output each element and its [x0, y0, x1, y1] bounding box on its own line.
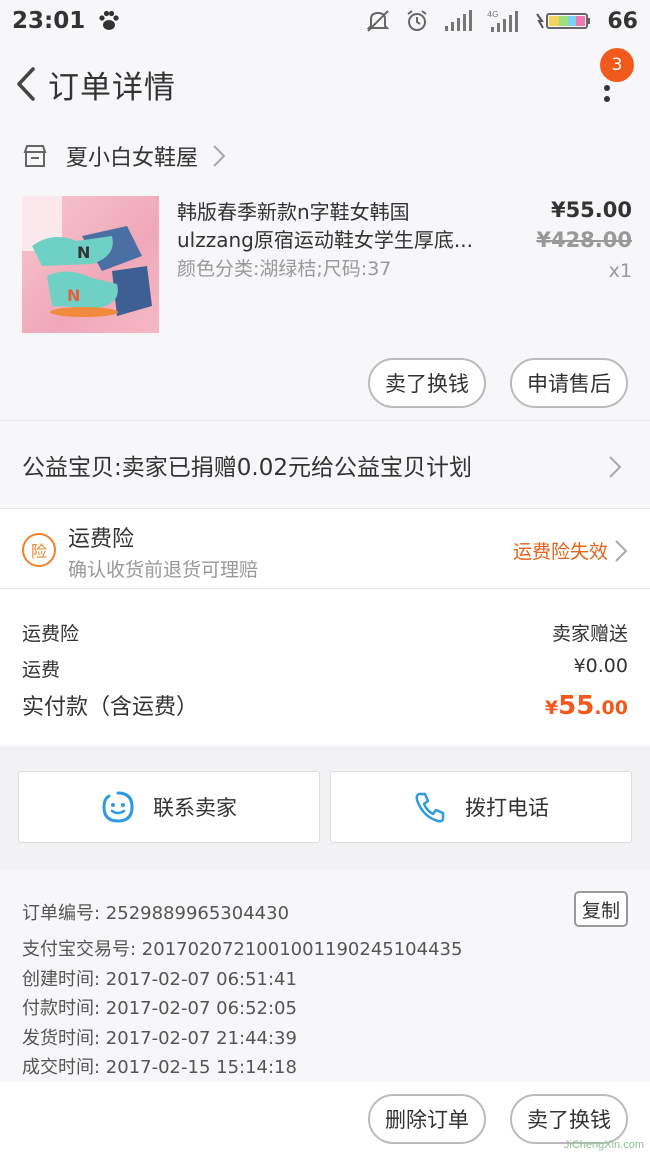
4g-signal-icon: 4G [487, 10, 519, 32]
paid-time: 付款时间: 2017-02-07 06:52:05 [22, 998, 297, 1019]
status-time: 23:01 [12, 8, 86, 34]
paw-icon [99, 10, 119, 30]
nav-bar: 订单详情 3 [0, 42, 650, 126]
status-bar: 23:01 4G 66 [0, 0, 650, 42]
fee-row-insurance: 运费险 卖家赠送 [22, 619, 628, 646]
sneaker-image: N N [22, 196, 152, 317]
signal-icon [445, 10, 473, 31]
insurance-subtitle: 确认收货前退货可理赔 [68, 559, 259, 581]
fee-row-total: 实付款（含运费） ¥55.00 [22, 689, 628, 721]
product-name-line1: 韩版春季新款n字鞋女韩国 [177, 200, 410, 224]
product-price: ¥55.00 [550, 198, 632, 222]
insurance-title: 运费险 [68, 527, 135, 552]
product-quantity: x1 [608, 260, 632, 282]
chevron-right-icon [609, 456, 622, 478]
fee-summary: 运费险 卖家赠送 运费 ¥0.00 实付款（含运费） ¥55.00 [0, 588, 650, 746]
copy-button[interactable]: 复制 [574, 891, 628, 927]
resell-bottom-button[interactable]: 卖了换钱 [510, 1094, 628, 1144]
product-image[interactable]: N N [22, 196, 159, 333]
mute-icon [366, 10, 390, 32]
chevron-right-icon [213, 145, 226, 167]
alarm-icon [407, 10, 427, 31]
notification-badge: 3 [600, 48, 634, 82]
fee-row-shipping: 运费 ¥0.00 [22, 655, 628, 682]
battery-percent: 66 [607, 8, 638, 34]
product-original-price: ¥428.00 [536, 228, 632, 252]
page-title: 订单详情 [48, 69, 176, 106]
product-sku: 颜色分类:湖绿桔;尺码:37 [177, 258, 392, 280]
order-number: 订单编号: 2529889965304430 [22, 903, 290, 924]
battery-icon [536, 13, 591, 29]
chevron-left-icon [17, 67, 35, 101]
shipping-insurance-row[interactable]: 险 运费险 确认收货前退货可理赔 运费险失效 [0, 508, 650, 588]
contact-seller-button[interactable]: 联系卖家 [18, 771, 320, 843]
product-item[interactable]: N N 韩版春季新款n字鞋女韩国 ulzzang原宿运动鞋女学生厚底... 颜色… [0, 186, 650, 420]
after-sales-button[interactable]: 申请售后 [510, 358, 628, 408]
product-name[interactable]: 韩版春季新款n字鞋女韩国 ulzzang原宿运动鞋女学生厚底... [177, 198, 492, 254]
shop-row[interactable]: 夏小白女鞋屋 [0, 126, 650, 186]
fee-label: 运费 [22, 659, 61, 681]
fee-label: 运费险 [22, 623, 80, 645]
more-dot-icon [604, 96, 610, 102]
fee-value: 卖家赠送 [551, 623, 628, 645]
contact-bar: 联系卖家 拨打电话 [0, 762, 650, 854]
order-info: 订单编号: 2529889965304430 复制 支付宝交易号: 201702… [0, 870, 650, 1082]
delete-order-button[interactable]: 删除订单 [368, 1094, 486, 1144]
store-icon [23, 145, 47, 167]
bottom-action-bar: 删除订单 卖了换钱 JiChengXin.com [0, 1082, 650, 1155]
insurance-status: 运费险失效 [512, 541, 608, 563]
alipay-trade-number: 支付宝交易号: 2017020721001001190245104435 [22, 939, 463, 960]
svg-text:N: N [67, 286, 80, 305]
call-phone-label: 拨打电话 [465, 796, 549, 820]
contact-seller-label: 联系卖家 [153, 796, 237, 820]
more-dot-icon [604, 85, 610, 91]
svg-text:N: N [77, 243, 90, 262]
product-name-line2: ulzzang原宿运动鞋女学生厚底... [177, 228, 473, 252]
total-amount: ¥55.00 [544, 691, 628, 721]
charity-text: 公益宝贝:卖家已捐赠0.02元给公益宝贝计划 [22, 454, 472, 481]
chat-icon [102, 791, 134, 823]
shipped-time: 发货时间: 2017-02-07 21:44:39 [22, 1028, 297, 1049]
charity-row[interactable]: 公益宝贝:卖家已捐赠0.02元给公益宝贝计划 [0, 420, 650, 508]
back-button[interactable] [4, 54, 48, 114]
created-time: 创建时间: 2017-02-07 06:51:41 [22, 969, 297, 990]
svg-text:4G: 4G [487, 10, 498, 19]
phone-icon [415, 792, 445, 823]
total-label: 实付款（含运费） [22, 695, 199, 720]
completed-time: 成交时间: 2017-02-15 15:14:18 [22, 1057, 297, 1078]
watermark: JiChengXin.com [563, 1139, 644, 1151]
resell-button[interactable]: 卖了换钱 [368, 358, 486, 408]
fee-value: ¥0.00 [573, 655, 628, 677]
call-phone-button[interactable]: 拨打电话 [330, 771, 632, 843]
chevron-right-icon [615, 540, 628, 562]
shop-name: 夏小白女鞋屋 [66, 146, 199, 171]
insurance-icon: 险 [22, 533, 56, 567]
